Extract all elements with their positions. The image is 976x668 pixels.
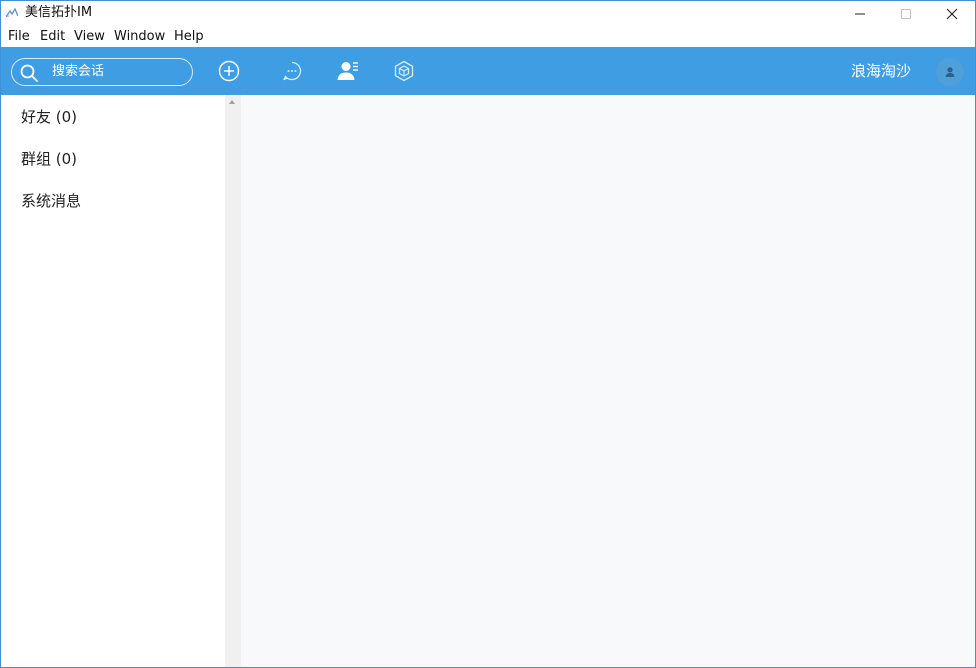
sidebar: 好友 (0) 群组 (0) 系统消息 [1,95,225,667]
menu-view[interactable]: View [74,29,105,45]
toolbar: 搜索会话 浪海淘沙 [1,47,975,95]
app-window: 美信拓扑IM File Edit View Window Help 搜索会话 浪… [0,0,976,668]
conversations-button[interactable] [280,59,304,83]
add-circle-icon [218,60,240,82]
sidebar-item-groups[interactable]: 群组 (0) [21,150,77,168]
menu-edit[interactable]: Edit [40,29,65,45]
username-label[interactable]: 浪海淘沙 [851,62,911,80]
menu-help[interactable]: Help [174,29,204,45]
sidebar-scrollbar[interactable] [225,95,241,667]
contacts-button[interactable] [336,59,360,83]
maximize-button[interactable] [883,1,929,26]
conversation-pane [241,95,975,667]
cube-icon [394,60,414,82]
title-bar[interactable]: 美信拓扑IM [1,1,975,26]
chat-bubble-icon [283,61,302,81]
maximize-icon [901,8,911,19]
menu-bar: File Edit View Window Help [1,27,975,47]
contacts-icon [337,62,358,80]
user-icon [945,67,955,77]
apps-button[interactable] [392,59,416,83]
avatar[interactable] [936,58,964,86]
close-button[interactable] [929,1,975,26]
search-input[interactable]: 搜索会话 [11,58,193,86]
sidebar-item-friends[interactable]: 好友 (0) [21,108,77,126]
window-title: 美信拓扑IM [25,5,93,20]
minimize-icon [855,13,865,14]
search-placeholder: 搜索会话 [52,64,105,79]
menu-window[interactable]: Window [114,29,165,45]
add-button[interactable] [217,59,241,83]
close-icon [946,8,958,19]
minimize-button[interactable] [837,1,883,26]
app-logo-icon [6,8,18,18]
sidebar-item-system-messages[interactable]: 系统消息 [21,192,81,210]
scroll-up-arrow-icon[interactable] [229,100,235,104]
menu-file[interactable]: File [8,29,30,45]
search-icon [20,64,38,82]
